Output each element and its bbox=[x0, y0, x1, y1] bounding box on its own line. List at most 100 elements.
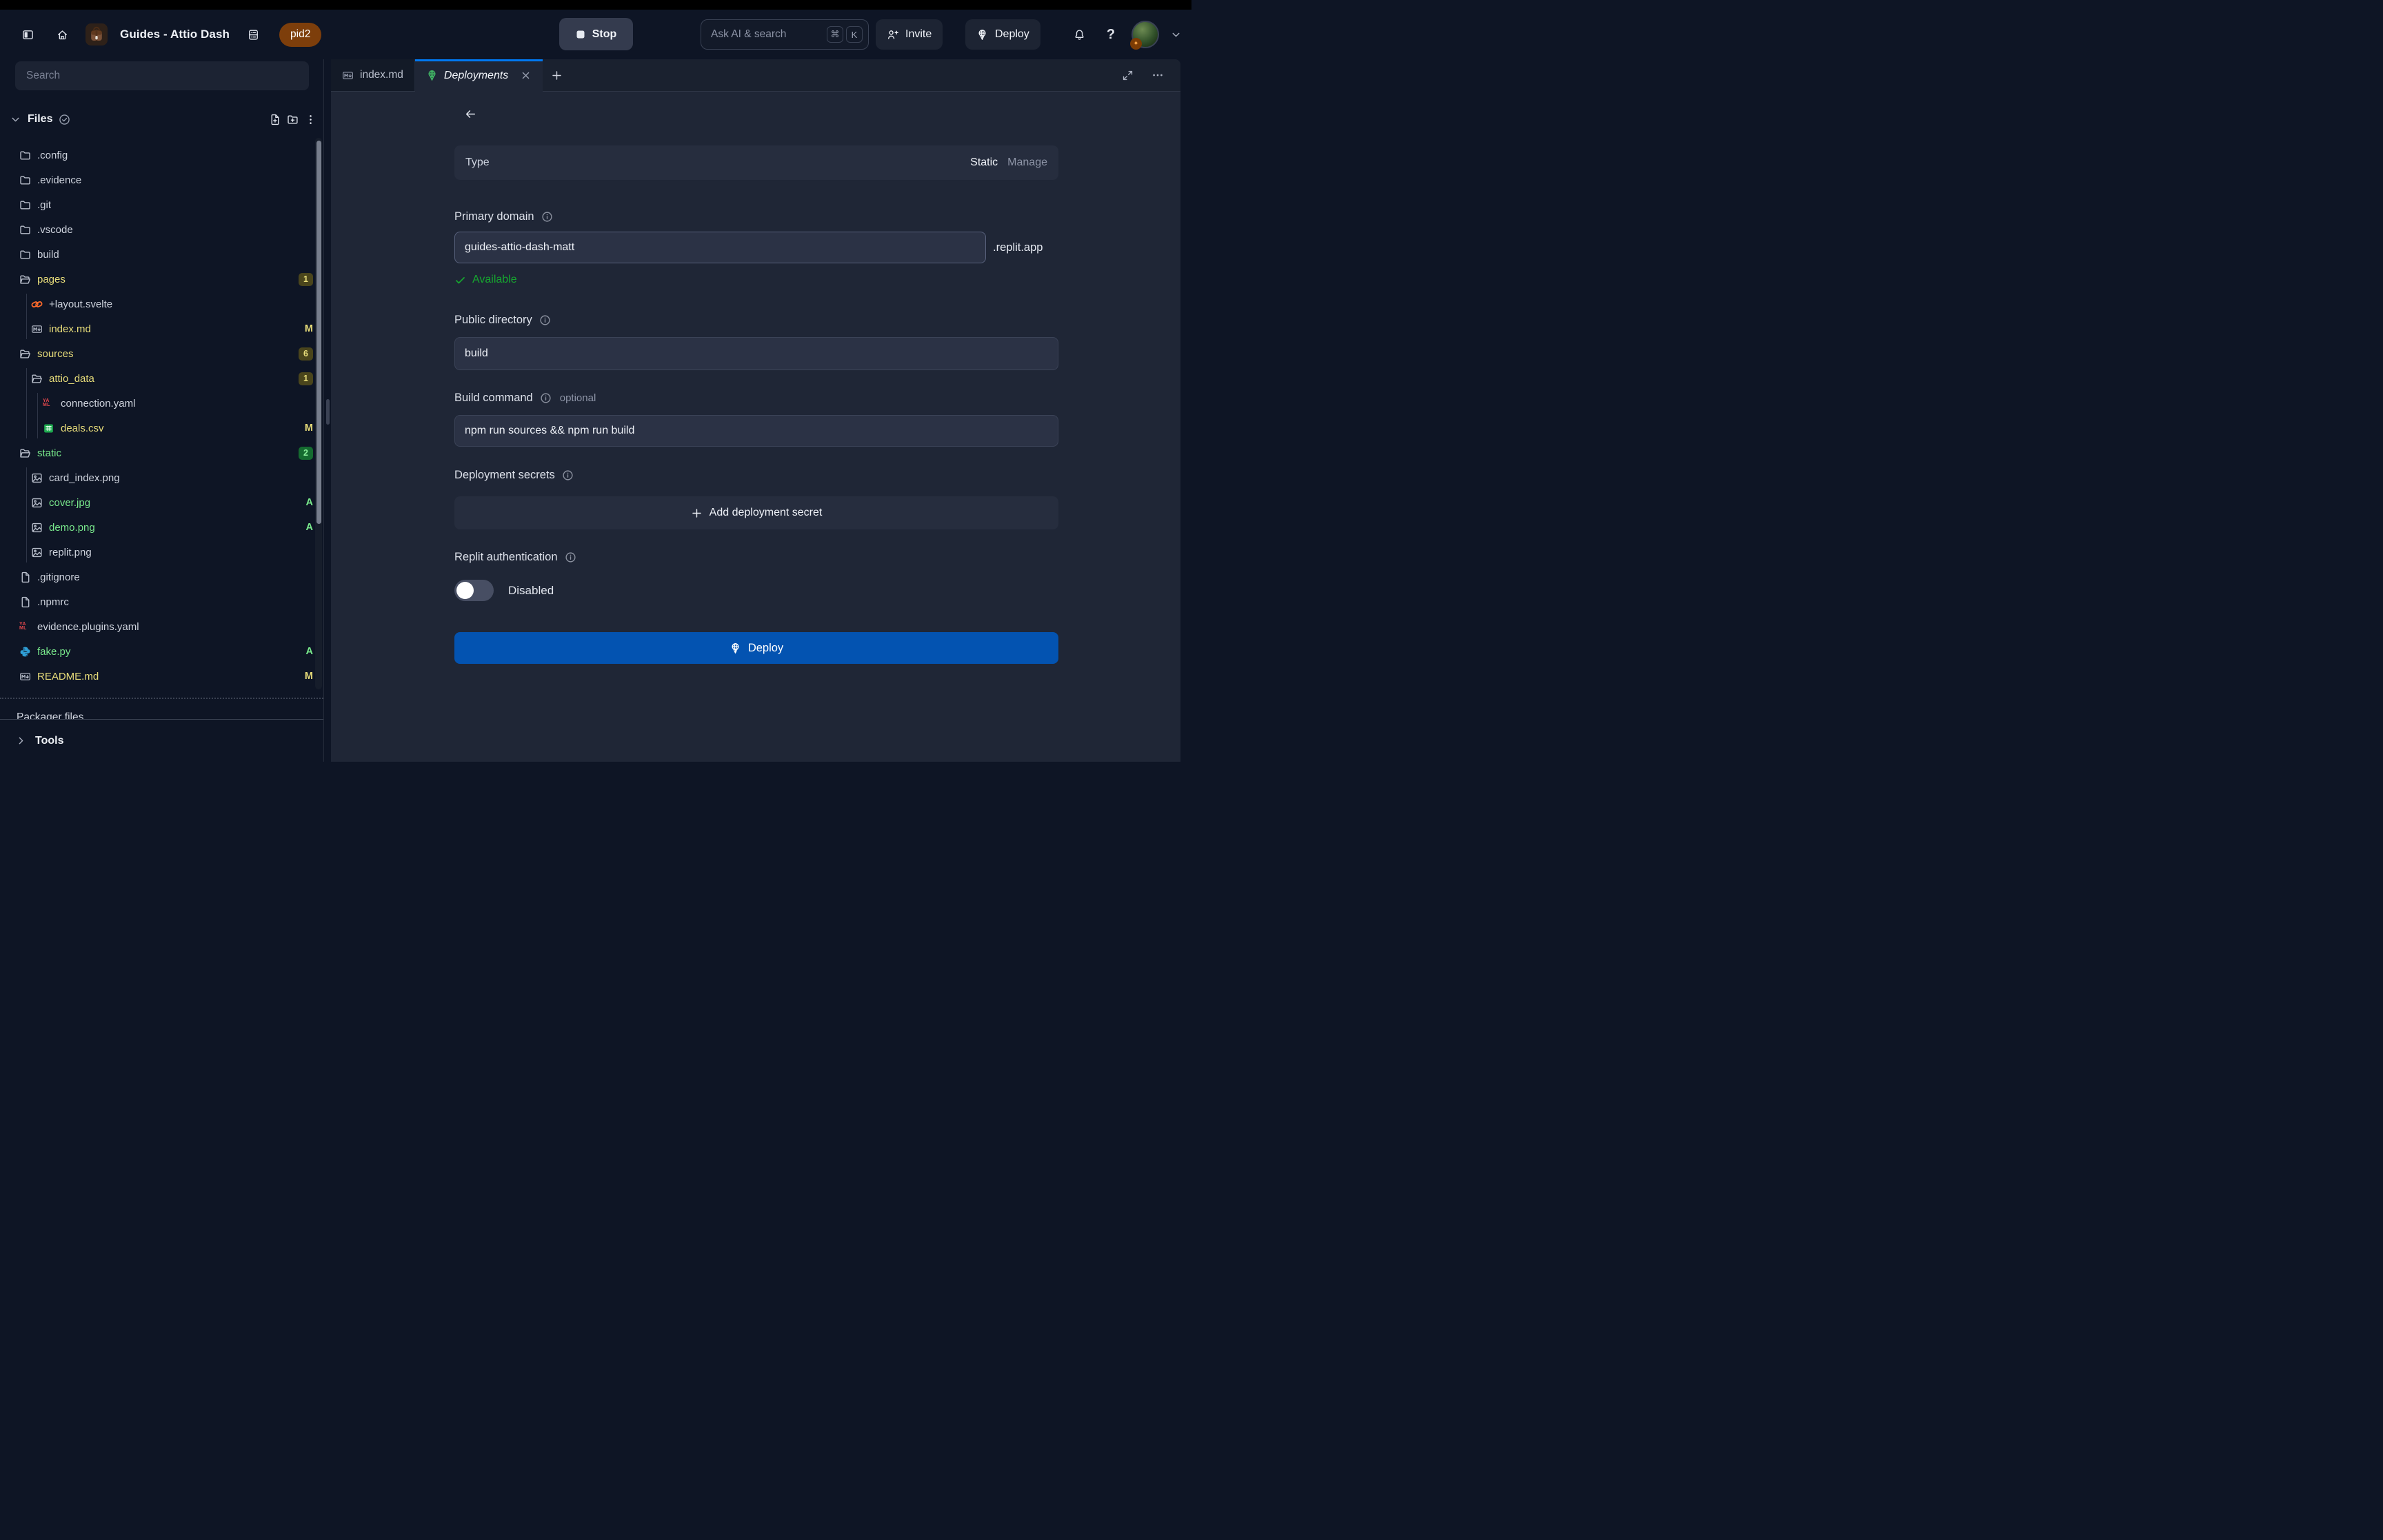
file-tree-scrollbar[interactable] bbox=[315, 138, 322, 689]
sidebar-resize-handle[interactable] bbox=[326, 399, 330, 425]
ask-ai-search-input[interactable]: Ask AI & search ⌘ K bbox=[701, 19, 869, 50]
tree-item-evidence.plugins.yaml[interactable]: YA ML evidence.plugins.yaml bbox=[0, 614, 324, 639]
deploy-button[interactable]: Deploy bbox=[454, 632, 1058, 664]
build-command-input[interactable]: npm run sources && npm run build bbox=[454, 415, 1058, 447]
tab-deployments[interactable]: Deployments bbox=[414, 59, 543, 92]
invite-button[interactable]: Invite bbox=[876, 19, 943, 50]
primary-domain-label: Primary domain bbox=[454, 210, 534, 223]
tree-item-build[interactable]: build bbox=[0, 242, 324, 267]
new-file-icon[interactable] bbox=[269, 114, 281, 125]
tree-item-.git[interactable]: .git bbox=[0, 192, 324, 217]
file-name: .config bbox=[37, 149, 68, 161]
account-chevron-down-icon[interactable] bbox=[1170, 29, 1182, 41]
python-icon bbox=[19, 646, 31, 658]
info-icon[interactable] bbox=[539, 314, 551, 326]
page-title[interactable]: Guides - Attio Dash bbox=[120, 28, 230, 41]
change-count-badge: 2 bbox=[299, 446, 313, 460]
tree-item-connection.yaml[interactable]: YA ML connection.yaml bbox=[0, 391, 324, 416]
bell-icon[interactable] bbox=[1068, 23, 1090, 45]
stop-label: Stop bbox=[592, 28, 617, 40]
file-name: +layout.svelte bbox=[49, 298, 113, 310]
tree-item-card_index.png[interactable]: card_index.png bbox=[0, 465, 324, 490]
tree-item-README.md[interactable]: README.md M bbox=[0, 664, 324, 689]
add-deployment-secret-button[interactable]: Add deployment secret bbox=[454, 496, 1058, 529]
indent-guide bbox=[26, 467, 27, 563]
folder-icon bbox=[19, 150, 31, 161]
tree-item-cover.jpg[interactable]: cover.jpg A bbox=[0, 490, 324, 515]
indent-guide bbox=[26, 294, 27, 339]
replit-auth-label: Replit authentication bbox=[454, 551, 558, 563]
home-icon[interactable] bbox=[51, 23, 73, 45]
new-folder-icon[interactable] bbox=[287, 114, 299, 125]
tools-section[interactable]: Tools bbox=[0, 720, 323, 762]
packager-files-section[interactable]: Packager files bbox=[0, 698, 323, 720]
info-icon[interactable] bbox=[541, 211, 553, 223]
type-label: Type bbox=[465, 156, 490, 168]
auth-toggle[interactable] bbox=[454, 580, 494, 601]
file-name: connection.yaml bbox=[61, 397, 136, 409]
tree-item-.evidence[interactable]: .evidence bbox=[0, 168, 324, 192]
file-sidebar: Search Files .config .evidence .git .vscode… bbox=[0, 59, 324, 762]
help-icon[interactable]: ? bbox=[1101, 27, 1120, 43]
pane-menu-icon[interactable] bbox=[1152, 69, 1164, 81]
tree-item-sources[interactable]: sources 6 bbox=[0, 341, 324, 366]
tree-item-.config[interactable]: .config bbox=[0, 143, 324, 168]
avatar[interactable]: ✦ bbox=[1130, 21, 1159, 50]
tree-item-deals.csv[interactable]: deals.csv M bbox=[0, 416, 324, 440]
change-count-badge: 1 bbox=[299, 272, 313, 286]
history-icon[interactable] bbox=[242, 23, 264, 45]
tree-item-index.md[interactable]: index.md M bbox=[0, 316, 324, 341]
public-directory-input[interactable]: build bbox=[454, 337, 1058, 370]
build-command-value: npm run sources && npm run build bbox=[465, 425, 635, 436]
info-icon[interactable] bbox=[565, 551, 576, 563]
pid-badge[interactable]: pid2 bbox=[279, 22, 322, 47]
auth-state-label: Disabled bbox=[508, 583, 554, 597]
files-chevron-down-icon[interactable] bbox=[10, 114, 21, 125]
replit-auth-label-row: Replit authentication bbox=[454, 551, 1058, 564]
kebab-menu-icon[interactable] bbox=[305, 114, 316, 125]
scrollbar-thumb[interactable] bbox=[316, 141, 321, 524]
file-name: .git bbox=[37, 199, 52, 211]
tree-item-pages[interactable]: pages 1 bbox=[0, 267, 324, 292]
header-deploy-button[interactable]: Deploy bbox=[965, 19, 1040, 50]
git-status-badge: M bbox=[304, 423, 313, 434]
app-header: Guides - Attio Dash pid2 Stop Ask AI & s… bbox=[0, 10, 1192, 59]
domain-input[interactable]: guides-attio-dash-matt bbox=[454, 232, 986, 263]
public-directory-value: build bbox=[465, 347, 488, 359]
tab-index-md[interactable]: index.md bbox=[331, 59, 415, 91]
file-name: build bbox=[37, 248, 59, 261]
back-button[interactable] bbox=[459, 103, 481, 125]
search-input[interactable]: Search bbox=[15, 61, 309, 90]
tree-item-static[interactable]: static 2 bbox=[0, 440, 324, 465]
folder-icon bbox=[19, 174, 31, 186]
stop-icon bbox=[576, 30, 585, 39]
tree-item-attio_data[interactable]: attio_data 1 bbox=[0, 366, 324, 391]
file-name: .npmrc bbox=[37, 596, 69, 608]
image-icon bbox=[31, 497, 43, 509]
stop-button[interactable]: Stop bbox=[559, 18, 633, 50]
tree-item-+layout.svelte[interactable]: +layout.svelte bbox=[0, 292, 324, 316]
availability-status: Available bbox=[454, 274, 1058, 286]
plus-icon bbox=[691, 507, 703, 519]
manage-link[interactable]: Manage bbox=[1007, 156, 1047, 169]
tree-item-.gitignore[interactable]: .gitignore bbox=[0, 565, 324, 589]
toggle-knob bbox=[456, 582, 474, 599]
tree-item-demo.png[interactable]: demo.png A bbox=[0, 515, 324, 540]
panel-toggle-icon[interactable] bbox=[17, 23, 39, 45]
tree-item-fake.py[interactable]: fake.py A bbox=[0, 639, 324, 664]
repl-backpack-icon bbox=[86, 23, 108, 45]
tree-item-.vscode[interactable]: .vscode bbox=[0, 217, 324, 242]
close-tab-icon[interactable] bbox=[520, 70, 532, 81]
primary-domain-label-row: Primary domain bbox=[454, 210, 1058, 223]
file-name: cover.jpg bbox=[49, 496, 91, 509]
file-name: .evidence bbox=[37, 174, 82, 186]
files-header-label: Files bbox=[28, 113, 53, 125]
expand-pane-icon[interactable] bbox=[1122, 70, 1134, 81]
info-icon[interactable] bbox=[540, 392, 552, 404]
deploy-button-label: Deploy bbox=[747, 641, 784, 654]
info-icon[interactable] bbox=[562, 469, 574, 481]
tree-item-.npmrc[interactable]: .npmrc bbox=[0, 589, 324, 614]
new-tab-button[interactable] bbox=[543, 59, 570, 91]
add-secret-label: Add deployment secret bbox=[709, 507, 823, 518]
tree-item-replit.png[interactable]: replit.png bbox=[0, 540, 324, 565]
